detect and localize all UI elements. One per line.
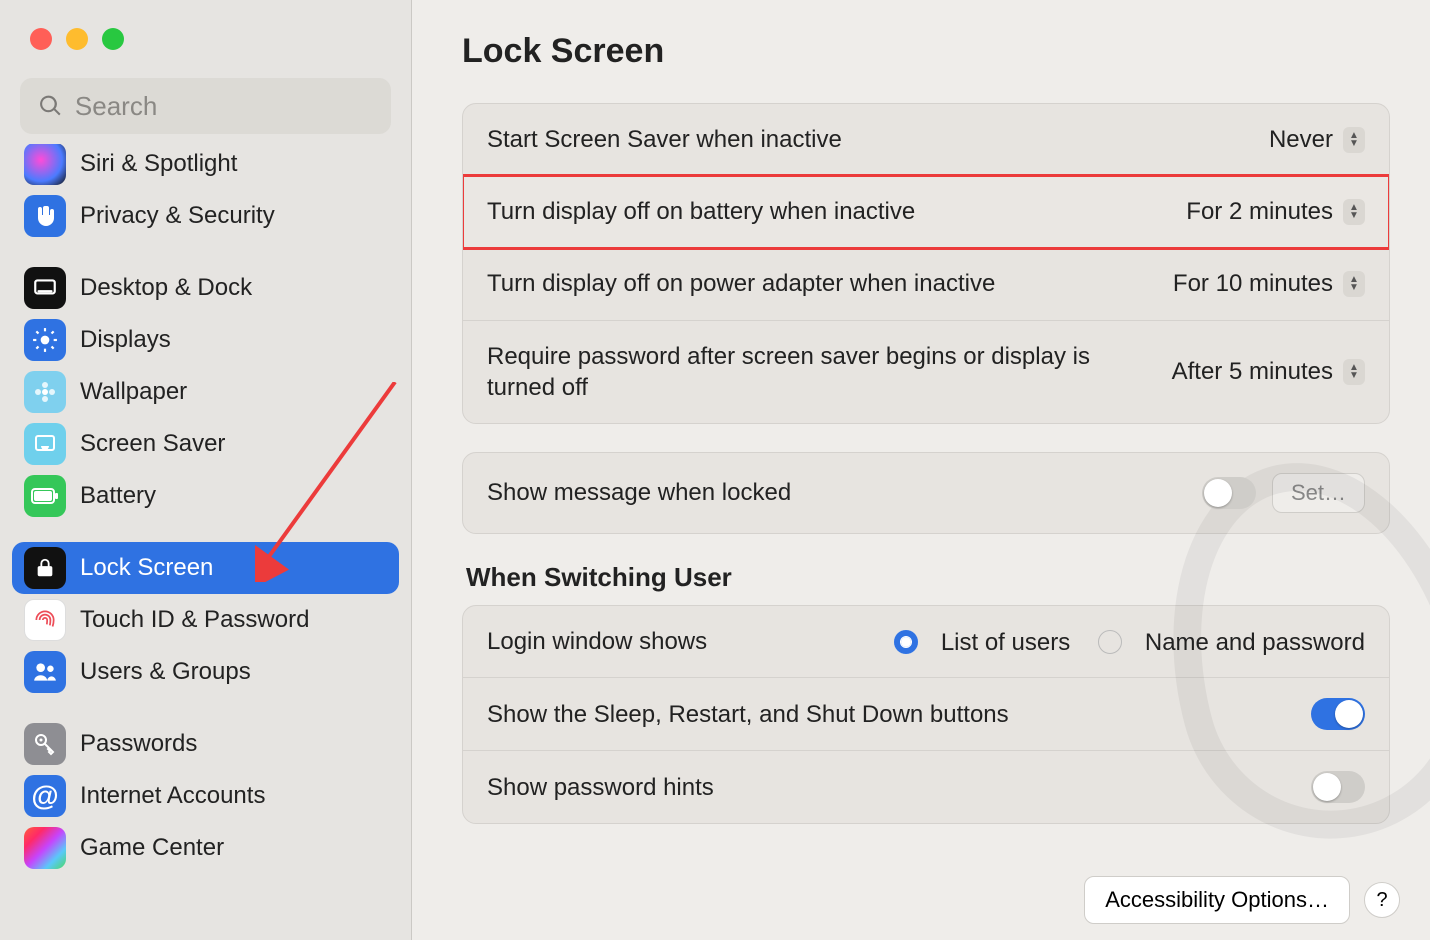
row-login-window: Login window shows List of users Name an… — [463, 606, 1389, 678]
row-label: Show the Sleep, Restart, and Shut Down b… — [487, 699, 1009, 730]
row-label: Show password hints — [487, 772, 714, 803]
row-screensaver: Start Screen Saver when inactive Never ▲… — [463, 104, 1389, 176]
section-switching-user-title: When Switching User — [466, 562, 1390, 593]
row-label: Require password after screen saver begi… — [487, 341, 1127, 403]
help-button[interactable]: ? — [1364, 882, 1400, 918]
toggle-password-hints[interactable] — [1311, 771, 1365, 803]
search-field[interactable] — [20, 78, 391, 134]
dropdown-display-battery[interactable]: For 2 minutes ▲▼ — [1186, 198, 1365, 226]
sidebar-item-label: Displays — [80, 326, 171, 354]
minimize-window-button[interactable] — [66, 28, 88, 50]
toggle-sleep-buttons[interactable] — [1311, 698, 1365, 730]
sidebar: Siri & Spotlight Privacy & Security Desk… — [0, 0, 412, 940]
row-label: Start Screen Saver when inactive — [487, 124, 842, 155]
row-label: Turn display off on battery when inactiv… — [487, 196, 915, 227]
hand-icon — [24, 195, 66, 237]
flower-icon — [24, 371, 66, 413]
dropdown-value: For 10 minutes — [1173, 270, 1333, 298]
radio-icon — [894, 630, 918, 654]
sidebar-item-label: Desktop & Dock — [80, 274, 252, 302]
radio-name-and-password[interactable]: Name and password — [1098, 626, 1365, 657]
set-message-button[interactable]: Set… — [1272, 473, 1365, 513]
close-window-button[interactable] — [30, 28, 52, 50]
sidebar-item-touch-id-password[interactable]: Touch ID & Password — [12, 594, 399, 646]
sidebar-item-battery[interactable]: Battery — [12, 470, 399, 522]
sidebar-item-label: Privacy & Security — [80, 202, 275, 230]
sidebar-item-game-center[interactable]: Game Center — [12, 822, 399, 874]
sidebar-nav: Siri & Spotlight Privacy & Security Desk… — [0, 144, 411, 894]
row-show-message: Show message when locked Set… — [463, 453, 1389, 533]
chevron-updown-icon: ▲▼ — [1343, 359, 1365, 385]
toggle-show-message[interactable] — [1202, 477, 1256, 509]
sidebar-item-label: Screen Saver — [80, 430, 225, 458]
sidebar-item-label: Passwords — [80, 730, 197, 758]
chevron-updown-icon: ▲▼ — [1343, 199, 1365, 225]
radio-label: List of users — [941, 629, 1070, 656]
settings-card-1: Start Screen Saver when inactive Never ▲… — [462, 103, 1390, 424]
row-password-hints: Show password hints — [463, 751, 1389, 823]
sidebar-item-privacy-security[interactable]: Privacy & Security — [12, 190, 399, 242]
sidebar-item-screen-saver[interactable]: Screen Saver — [12, 418, 399, 470]
dropdown-display-adapter[interactable]: For 10 minutes ▲▼ — [1173, 270, 1365, 298]
fullscreen-window-button[interactable] — [102, 28, 124, 50]
sidebar-item-siri-spotlight[interactable]: Siri & Spotlight — [12, 144, 399, 190]
key-icon — [24, 723, 66, 765]
dropdown-screensaver[interactable]: Never ▲▼ — [1269, 126, 1365, 154]
sidebar-item-label: Siri & Spotlight — [80, 150, 237, 178]
at-sign-icon: @ — [24, 775, 66, 817]
sidebar-item-passwords[interactable]: Passwords — [12, 718, 399, 770]
row-sleep-restart-shutdown: Show the Sleep, Restart, and Shut Down b… — [463, 678, 1389, 751]
sidebar-item-label: Users & Groups — [80, 658, 251, 686]
battery-icon — [24, 475, 66, 517]
row-display-off-adapter: Turn display off on power adapter when i… — [463, 248, 1389, 320]
dock-icon — [24, 267, 66, 309]
screensaver-icon — [24, 423, 66, 465]
fingerprint-icon — [24, 599, 66, 641]
sidebar-item-desktop-dock[interactable]: Desktop & Dock — [12, 262, 399, 314]
dropdown-value: Never — [1269, 126, 1333, 154]
siri-icon — [24, 144, 66, 185]
radio-list-of-users[interactable]: List of users — [894, 626, 1070, 657]
search-input[interactable] — [75, 91, 373, 122]
radio-label: Name and password — [1145, 629, 1365, 656]
sidebar-item-internet-accounts[interactable]: @ Internet Accounts — [12, 770, 399, 822]
sidebar-item-label: Battery — [80, 482, 156, 510]
chevron-updown-icon: ▲▼ — [1343, 127, 1365, 153]
sidebar-item-label: Game Center — [80, 834, 224, 862]
settings-card-3: Login window shows List of users Name an… — [462, 605, 1390, 824]
search-icon — [38, 92, 63, 120]
sun-icon — [24, 319, 66, 361]
sidebar-item-users-groups[interactable]: Users & Groups — [12, 646, 399, 698]
accessibility-options-button[interactable]: Accessibility Options… — [1084, 876, 1350, 924]
settings-card-2: Show message when locked Set… — [462, 452, 1390, 534]
users-icon — [24, 651, 66, 693]
row-display-off-battery: Turn display off on battery when inactiv… — [463, 176, 1389, 248]
page-title: Lock Screen — [462, 32, 1390, 71]
game-center-icon — [24, 827, 66, 869]
dropdown-value: After 5 minutes — [1172, 358, 1333, 386]
row-label: Turn display off on power adapter when i… — [487, 268, 995, 299]
sidebar-item-label: Touch ID & Password — [80, 606, 309, 634]
dropdown-require-password[interactable]: After 5 minutes ▲▼ — [1172, 358, 1365, 386]
radio-icon — [1098, 630, 1122, 654]
chevron-updown-icon: ▲▼ — [1343, 271, 1365, 297]
sidebar-item-displays[interactable]: Displays — [12, 314, 399, 366]
sidebar-item-label: Internet Accounts — [80, 782, 265, 810]
sidebar-item-label: Wallpaper — [80, 378, 187, 406]
lock-icon — [24, 547, 66, 589]
row-label: Show message when locked — [487, 477, 791, 508]
bottom-bar: Accessibility Options… ? — [1084, 876, 1400, 924]
sidebar-item-wallpaper[interactable]: Wallpaper — [12, 366, 399, 418]
row-label: Login window shows — [487, 626, 707, 657]
main-panel: Lock Screen Start Screen Saver when inac… — [412, 0, 1430, 940]
sidebar-item-label: Lock Screen — [80, 554, 213, 582]
window-controls — [0, 0, 411, 50]
dropdown-value: For 2 minutes — [1186, 198, 1333, 226]
row-require-password: Require password after screen saver begi… — [463, 321, 1389, 423]
sidebar-item-lock-screen[interactable]: Lock Screen — [12, 542, 399, 594]
